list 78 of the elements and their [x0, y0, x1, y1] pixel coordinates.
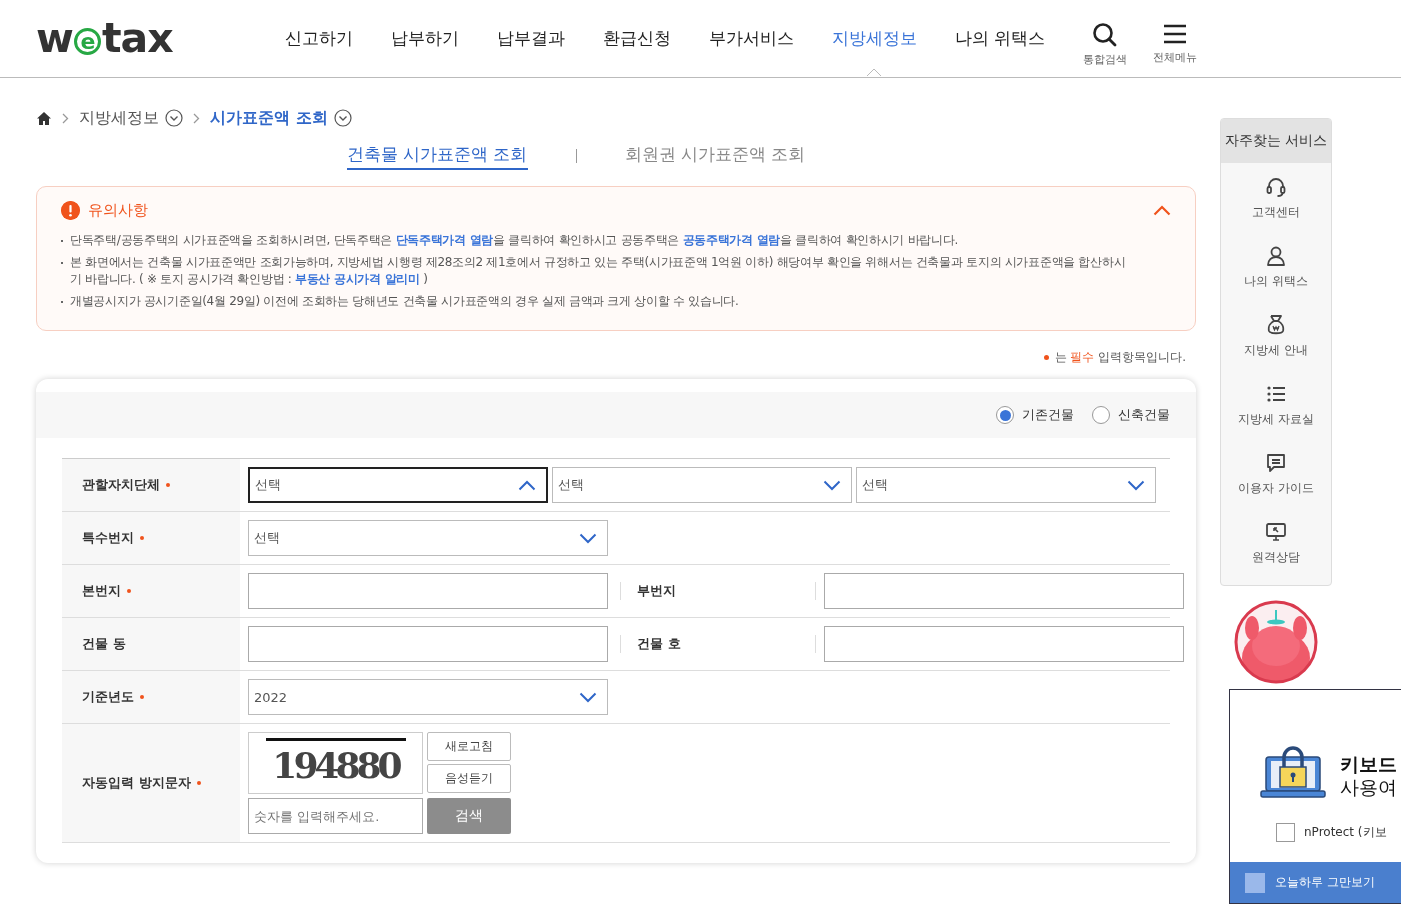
dropdown[interactable]: 선택 — [248, 467, 548, 503]
checkbox-label[interactable]: 오늘하루 그만보기 — [1275, 874, 1375, 891]
notice-title: 유의사항 — [88, 201, 148, 220]
radio-label[interactable]: 기존건물 — [1022, 406, 1074, 424]
person-icon — [1264, 244, 1288, 268]
tool-label[interactable]: 통합검색 — [1083, 52, 1127, 67]
service-link[interactable]: 원격상담 — [1252, 550, 1300, 565]
service-link[interactable]: 이용자 가이드 — [1238, 481, 1314, 496]
breadcrumb-item[interactable]: 시가표준액 조회 — [210, 107, 328, 129]
tool-label[interactable]: 전체메뉴 — [1153, 50, 1197, 65]
tab[interactable]: 건축물 시가표준액 조회 — [346, 142, 528, 170]
headset-icon — [1264, 175, 1288, 199]
captcha-button[interactable]: 음성듣기 — [427, 764, 511, 793]
monitor-icon — [1264, 520, 1288, 544]
link[interactable]: 단독주택가격 열람 — [395, 233, 493, 247]
field-label: 건물 호 — [637, 635, 681, 653]
nav-item[interactable]: 환급신청 — [602, 27, 671, 50]
panel-title: 자주찾는 서비스 — [1221, 119, 1331, 163]
note-text: 개별공시지가 공시기준일(4월 29일) 이전에 조회하는 당해년도 건축물 시가표준액의 경우 실제 금액과 크게 상이할 수 있습니다. — [61, 293, 1135, 310]
field-label: 건물 동 — [82, 635, 126, 653]
input-field[interactable] — [248, 573, 608, 609]
link[interactable]: 부동산 공시가격 알리미 — [295, 272, 420, 286]
captcha-code: 194880 — [272, 745, 399, 785]
radio-label[interactable]: 신축건물 — [1118, 406, 1170, 424]
dropdown[interactable]: 2022 — [248, 679, 608, 715]
chevron-down-icon — [579, 691, 597, 703]
laptop-lock-icon — [1260, 745, 1326, 801]
nav-item[interactable]: 지방세정보 — [831, 27, 917, 50]
dropdown[interactable]: 선택 — [856, 467, 1156, 503]
popup-title: 사용여 — [1340, 776, 1397, 799]
input-field[interactable] — [824, 626, 1184, 662]
input-field[interactable] — [248, 626, 608, 662]
chevron-right-icon — [193, 112, 200, 124]
required-note: 는 필수 입력항목입니다. — [1054, 350, 1186, 364]
field-label: 부번지 — [637, 582, 676, 600]
checkbox[interactable] — [1245, 872, 1265, 893]
service-link[interactable]: 고객센터 — [1252, 205, 1300, 220]
input-field[interactable] — [824, 573, 1184, 609]
nav-item[interactable]: 부가서비스 — [708, 27, 794, 50]
chevron-circle-icon[interactable] — [333, 109, 352, 127]
search-icon — [1092, 22, 1118, 48]
captcha-button[interactable]: 새로고침 — [427, 732, 511, 761]
captcha-input[interactable]: 숫자를 입력해주세요. — [248, 798, 423, 834]
nav-item[interactable]: 납부하기 — [390, 27, 459, 50]
home-icon[interactable] — [36, 110, 52, 126]
popup-title: 키보드 — [1340, 753, 1397, 776]
service-link[interactable]: 지방세 자료실 — [1238, 412, 1314, 427]
service-link[interactable]: 지방세 안내 — [1244, 343, 1308, 358]
field-label: 특수번지 — [82, 529, 134, 547]
checkbox-label[interactable]: nProtect (키보 — [1304, 824, 1387, 841]
tab[interactable]: 회원권 시가표준액 조회 — [624, 142, 806, 170]
nav-item[interactable]: 납부결과 — [496, 27, 565, 50]
chevron-up-icon — [518, 479, 536, 491]
menu-icon — [1162, 22, 1188, 46]
chevron-down-icon — [579, 532, 597, 544]
warning-icon — [61, 201, 80, 220]
dropdown[interactable]: 선택 — [552, 467, 852, 503]
breadcrumb-item[interactable]: 지방세정보 — [79, 107, 159, 129]
note-text: 단독주택/공동주택의 시가표준액을 조회하시려면, 단독주택은 단독주택가격 열람을 클릭하여 확인하시고 공동주택은 공동주택가격 열람을 클릭하여 확인하시기 바랍니다. — [61, 232, 1135, 249]
nav-item[interactable]: 나의 위택스 — [954, 27, 1045, 50]
field-label: 관할자치단체 — [82, 476, 160, 494]
note-text: 본 화면에서는 건축물 시가표준액만 조회가능하며, 지방세법 시행령 제28조의2 제1호에서 규정하고 있는 주택(시가표준액 1억원 이하) 해당여부 확인을 위해서는 건축물과 토지의 시가표준액을 합산하시기 바랍니다. ( ※ 토지 공시가격 확인방법 : 부동산 공시가격 알리미 ) — [61, 254, 1135, 288]
chevron-up-icon[interactable] — [1153, 205, 1171, 216]
service-link[interactable]: 나의 위택스 — [1244, 274, 1308, 289]
chat-icon — [1264, 451, 1288, 475]
chevron-circle-icon[interactable] — [165, 109, 183, 127]
nav-item[interactable]: 신고하기 — [284, 27, 353, 50]
checkbox[interactable] — [1276, 823, 1295, 842]
chevron-down-icon — [823, 479, 841, 491]
chevron-down-icon — [1127, 479, 1145, 491]
field-label: 자동입력 방지문자 — [82, 774, 191, 792]
chevron-right-icon — [62, 112, 69, 124]
radio-button[interactable] — [1092, 406, 1110, 424]
radio-button[interactable] — [996, 406, 1014, 424]
dropdown[interactable]: 선택 — [248, 520, 608, 556]
field-label: 본번지 — [82, 582, 121, 600]
field-label: 기준년도 — [82, 688, 134, 706]
link[interactable]: 공동주택가격 열람 — [682, 233, 781, 247]
